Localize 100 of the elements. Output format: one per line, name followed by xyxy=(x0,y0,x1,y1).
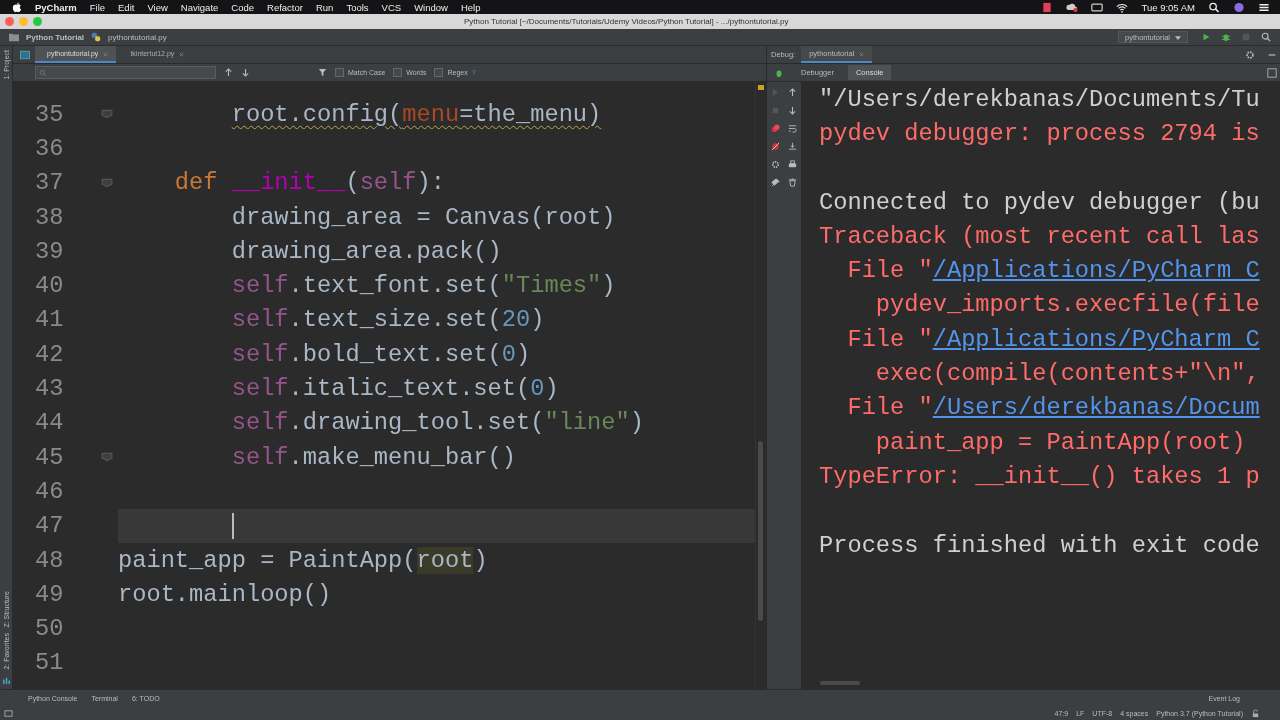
apple-icon[interactable] xyxy=(12,1,22,13)
pin-icon[interactable] xyxy=(771,178,780,187)
window-title: Python Tutorial [~/Documents/Tutorials/Udemy Videos/Python Tutorial] - .../pythontutorial.py xyxy=(464,17,789,26)
line-number: 50 xyxy=(35,615,63,643)
line-number: 37 xyxy=(35,169,63,197)
recording-icon[interactable] xyxy=(1041,1,1054,13)
folder-icon xyxy=(9,32,19,42)
search-icon xyxy=(39,68,47,77)
lock-icon[interactable] xyxy=(1251,708,1260,718)
mute-breakpoints-icon[interactable] xyxy=(771,142,780,151)
menu-item[interactable]: Code xyxy=(231,1,255,13)
list-icon[interactable] xyxy=(1258,1,1270,13)
console-text: Process finished with exit code xyxy=(819,531,1260,559)
code-line: root.config(menu=the_menu) xyxy=(230,99,603,130)
chart-icon[interactable] xyxy=(1,676,11,685)
arrow-up-icon[interactable] xyxy=(224,68,233,77)
project-view-icon[interactable] xyxy=(20,49,30,60)
panel-toggle-icon[interactable] xyxy=(4,708,13,718)
settings-icon[interactable] xyxy=(1245,49,1255,60)
error-text: TypeError: __init__() takes 1 p xyxy=(819,462,1260,490)
cloud-icon[interactable] xyxy=(1066,1,1079,13)
line-number: 51 xyxy=(35,649,63,677)
search-icon[interactable] xyxy=(1208,1,1220,13)
error-text: exec(compile(contents+"\n", xyxy=(875,360,1260,387)
fold-marker-icon[interactable] xyxy=(101,109,113,120)
menu-item[interactable]: View xyxy=(147,1,168,13)
file-link[interactable]: /Applications/PyCharm C xyxy=(932,257,1260,285)
scrollbar[interactable] xyxy=(758,441,763,621)
line-number: 40 xyxy=(35,272,63,300)
file-link[interactable]: /Users/derekbanas/Docum xyxy=(932,394,1260,422)
menu-item[interactable]: Navigate xyxy=(180,1,219,13)
line-number: 41 xyxy=(35,306,63,334)
menu-item[interactable]: Window xyxy=(414,1,448,13)
error-text: File " xyxy=(847,394,933,422)
code-line: drawing_area.pack() xyxy=(230,236,503,267)
arrow-down-icon[interactable] xyxy=(788,106,797,115)
menu-item[interactable]: Run xyxy=(315,1,334,13)
error-text: Traceback (most recent call las xyxy=(819,222,1260,250)
bug-icon[interactable] xyxy=(1221,32,1231,42)
line-number: 43 xyxy=(35,375,63,402)
code-line: self.make_menu_bar() xyxy=(230,442,517,473)
code-line: self.text_size.set(20) xyxy=(230,305,546,336)
caret-icon[interactable] xyxy=(1175,36,1181,40)
app-menu[interactable]: PyCharm xyxy=(35,1,77,13)
code-line: root.mainloop() xyxy=(118,579,333,610)
line-number: 42 xyxy=(35,340,63,368)
code-line: drawing_area = Canvas(root) xyxy=(230,202,617,233)
settings-icon[interactable] xyxy=(771,160,780,169)
line-number: 46 xyxy=(35,477,63,505)
breadcrumb[interactable]: Python Tutorial xyxy=(26,32,85,42)
code-line: def __init__(self): xyxy=(173,168,446,199)
filter-icon[interactable] xyxy=(318,68,327,77)
close-icon[interactable] xyxy=(179,51,185,57)
menu-item[interactable]: VCS xyxy=(381,1,402,13)
error-text: pydev_imports.execfile(file xyxy=(875,291,1260,319)
run-icon[interactable] xyxy=(1201,32,1211,42)
menu-item[interactable]: Help xyxy=(460,1,481,13)
code-line: paint_app = PaintApp(root) xyxy=(118,545,489,576)
clock[interactable]: Tue 9:05 AM xyxy=(1141,1,1195,13)
line-number: 44 xyxy=(35,409,63,437)
error-text: pydev debugger: process 2794 is xyxy=(819,119,1260,147)
line-number: 38 xyxy=(35,203,63,231)
arrow-up-icon[interactable] xyxy=(788,88,797,97)
layout-icon[interactable] xyxy=(1267,67,1277,78)
breadcrumb[interactable]: pythontutorial.py xyxy=(108,32,167,42)
fold-marker-icon[interactable] xyxy=(101,177,113,188)
line-number: 49 xyxy=(35,580,63,608)
soft-wrap-icon[interactable] xyxy=(788,124,797,133)
line-number: 47 xyxy=(35,512,63,540)
file-link[interactable]: /Applications/PyCharm C xyxy=(932,325,1260,353)
print-icon[interactable] xyxy=(788,160,797,169)
console-text: "/Users/derekbanas/Documents/Tu xyxy=(819,85,1260,113)
display-icon[interactable] xyxy=(1091,1,1104,13)
console-text: Connected to pydev debugger (bu xyxy=(819,188,1260,216)
search-field[interactable] xyxy=(35,66,216,79)
code-line: self.italic_text.set(0) xyxy=(230,374,560,404)
menu-item[interactable]: Edit xyxy=(118,1,135,13)
code-line: self.bold_text.set(0) xyxy=(230,339,532,370)
line-number: 48 xyxy=(35,546,63,574)
trash-icon[interactable] xyxy=(788,178,797,187)
warning-marker[interactable] xyxy=(758,85,764,90)
scroll-to-end-icon[interactable] xyxy=(788,142,797,151)
close-icon[interactable] xyxy=(859,51,865,57)
line-number: 45 xyxy=(35,443,63,471)
fold-marker-icon[interactable] xyxy=(101,452,113,463)
code-line: self.text_font.set("Times") xyxy=(230,271,617,302)
line-number: 36 xyxy=(35,134,63,162)
error-text: paint_app = PaintApp(root) xyxy=(875,428,1246,456)
error-text: File " xyxy=(847,325,933,353)
arrow-down-icon[interactable] xyxy=(241,68,250,77)
assistant-icon[interactable] xyxy=(1233,1,1245,13)
line-number: 39 xyxy=(35,237,63,265)
menu-item[interactable]: Tools xyxy=(346,1,369,13)
menu-item[interactable]: Refactor xyxy=(267,1,303,13)
line-number: 35 xyxy=(35,100,63,128)
menu-item[interactable]: File xyxy=(89,1,106,13)
python-file-icon xyxy=(91,32,102,42)
breakpoints-icon[interactable] xyxy=(771,124,780,133)
wifi-icon[interactable] xyxy=(1116,1,1129,13)
code-line: self.drawing_tool.set("line") xyxy=(230,408,645,439)
